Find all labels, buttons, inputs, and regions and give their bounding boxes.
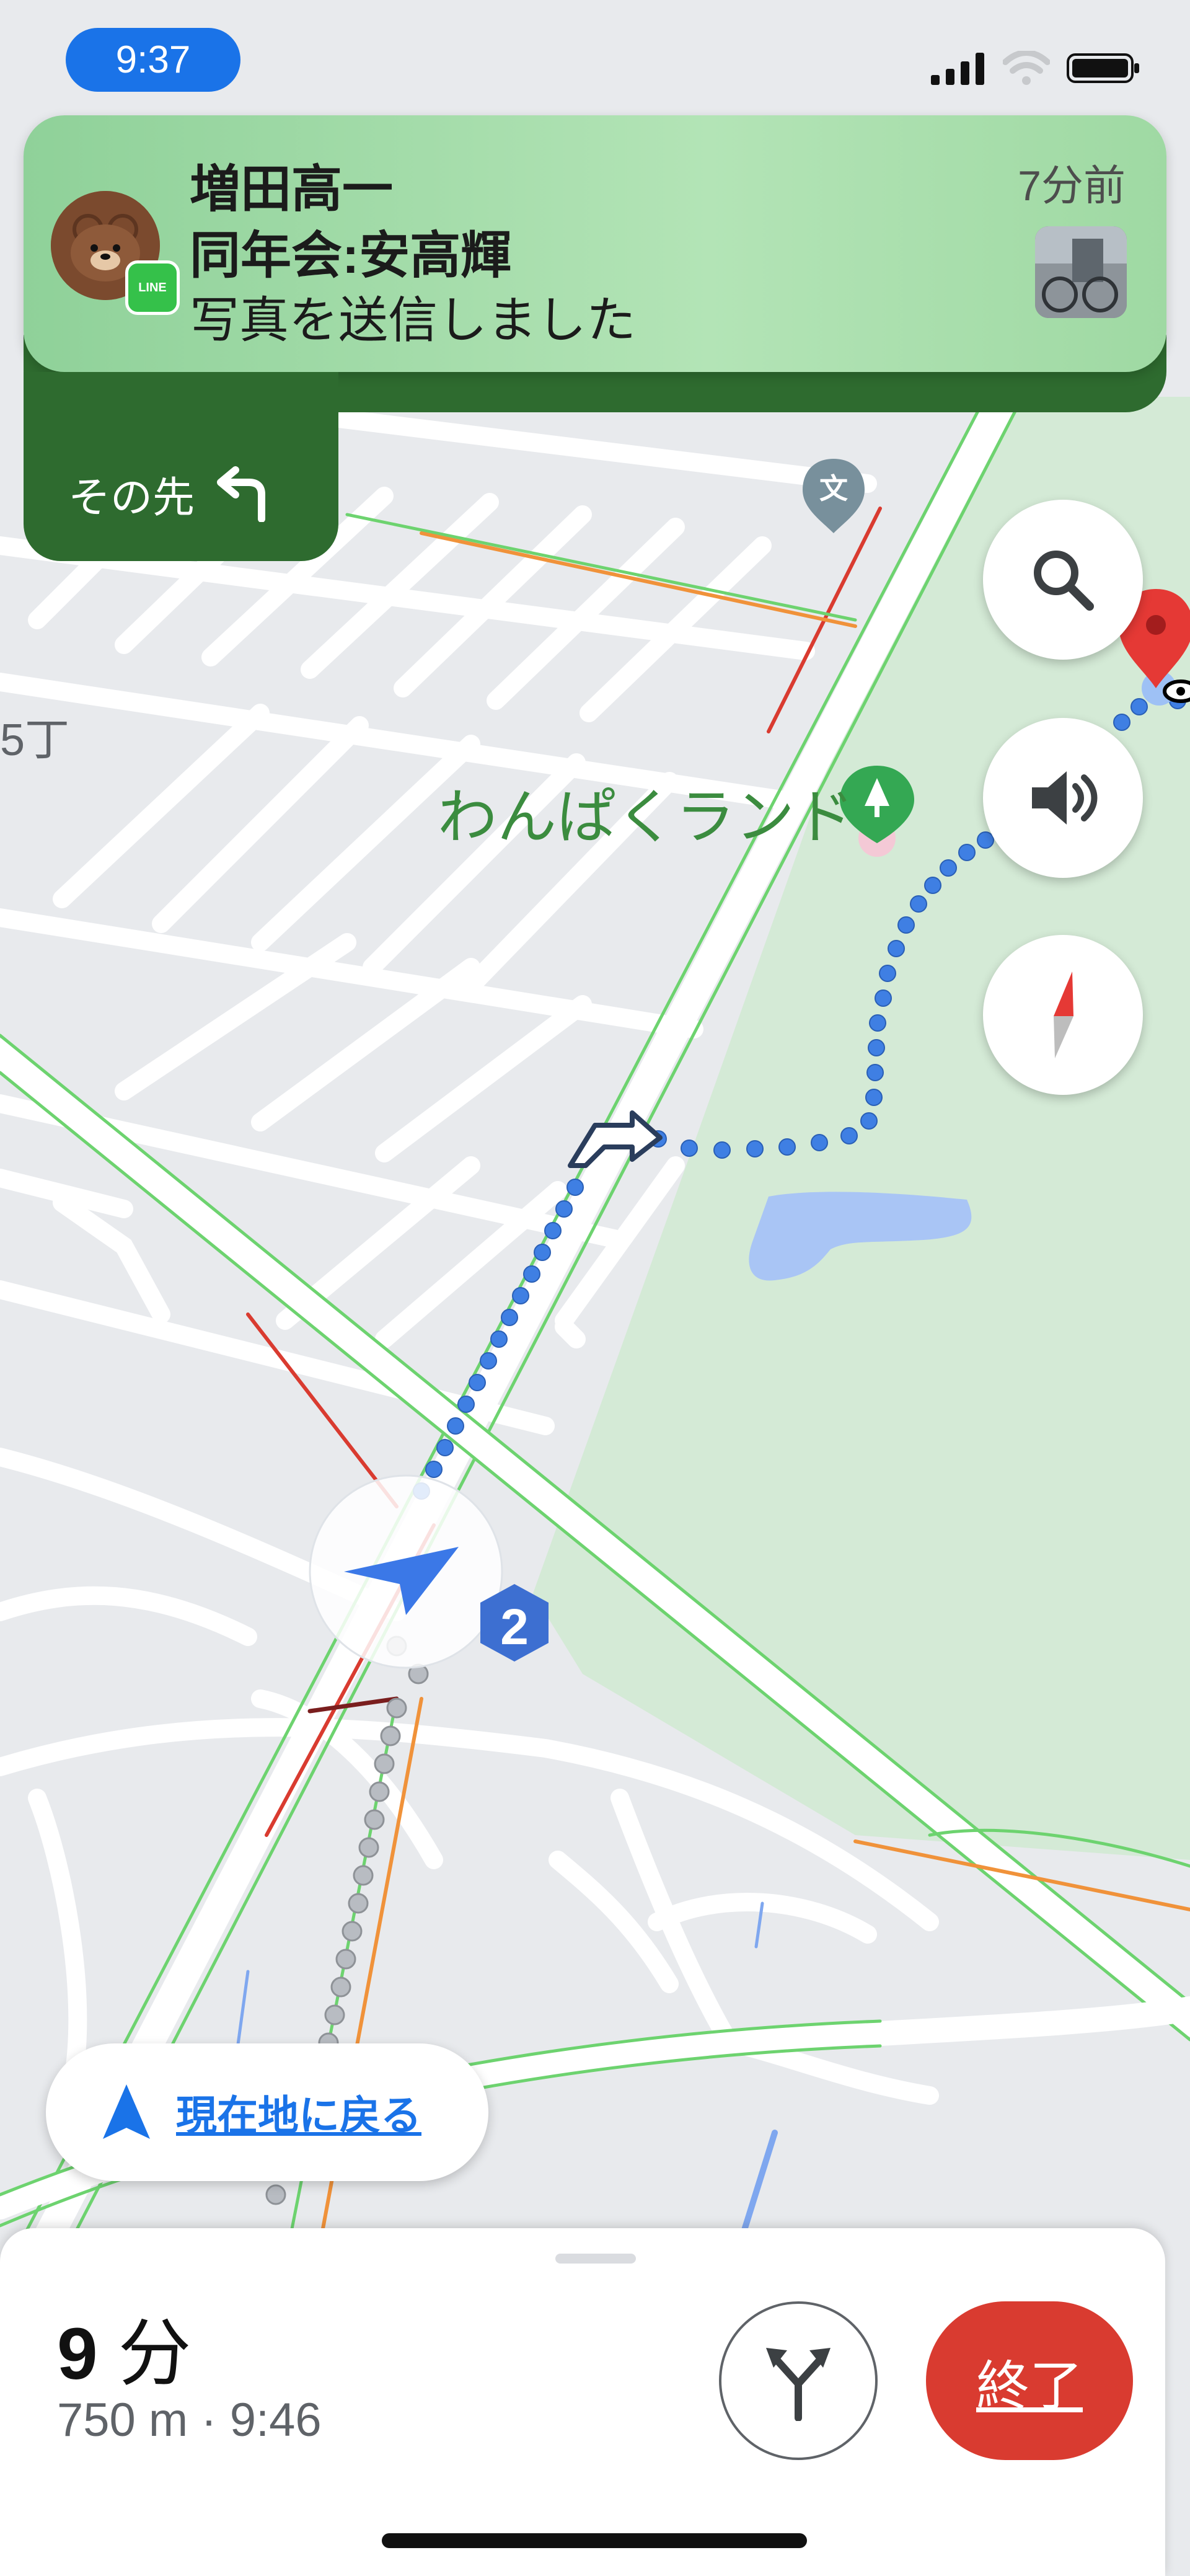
volume-icon [1032,771,1098,825]
navigation-arrow-icon [103,2084,150,2139]
signal-icon [931,53,984,85]
fork-routes-icon [766,2348,831,2421]
trip-duration: 9 分 [57,2294,191,2400]
trip-duration-value: 9 [57,2313,98,2395]
next-step-banner[interactable]: その先 [24,372,338,561]
status-icons [931,50,1140,87]
compass-icon [1054,972,1073,1058]
recenter-button[interactable]: 現在地に戻る [46,2043,488,2181]
home-indicator[interactable] [382,2533,807,2548]
compass-button[interactable] [983,935,1143,1095]
line-app-icon: LINE [125,260,180,315]
alternate-routes-button[interactable] [719,2301,878,2460]
notification-sender: 増田高一 [190,161,394,218]
turn-left-icon [217,466,266,522]
recenter-label: 現在地に戻る [176,2092,421,2138]
street-number-label: 5丁 [0,715,70,765]
notification-message: 写真を送信しました [190,293,636,348]
trip-duration-unit: 分 [118,2313,192,2395]
notification-photo-thumbnail [1035,226,1127,318]
status-time[interactable]: 9:37 [66,28,240,92]
sheet-drag-handle[interactable] [555,2254,636,2264]
next-step-label: その先 [68,474,195,521]
notification-group: 同年会:安高輝 [190,228,512,284]
current-location-icon [309,1474,503,1669]
wifi-icon [1003,51,1050,85]
sound-button[interactable] [983,718,1143,878]
battery-icon [1067,53,1139,83]
search-icon [1034,551,1094,611]
park-label: わんぱくランド [438,784,854,851]
search-button[interactable] [983,500,1143,660]
end-navigation-button[interactable]: 終了 [926,2301,1133,2460]
notification-time: 7分前 [1018,162,1126,210]
step-badge-number: 2 [500,1599,529,1655]
trip-distance-arrival: 750 m · 9:46 [57,2394,322,2446]
school-marker-label: 文 [819,472,848,505]
